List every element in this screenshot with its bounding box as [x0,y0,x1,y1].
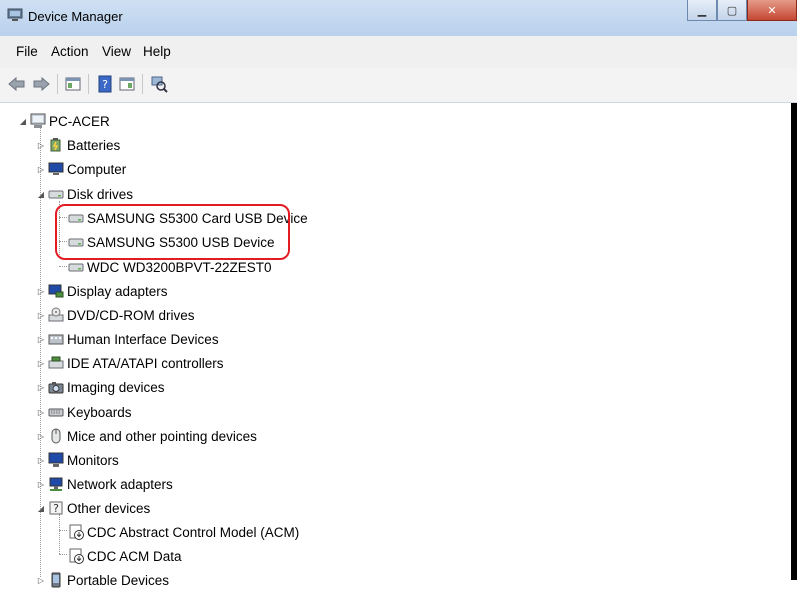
expand-arrow-icon[interactable]: ▷ [36,164,46,174]
scan-hardware-icon [151,76,168,93]
title-bar: Device Manager ▁ ▢ ✕ [0,0,797,36]
show-hide-console-tree-button[interactable] [64,75,82,93]
tree-item-cdc-acm-model[interactable]: CDC Abstract Control Model (ACM) [68,521,299,543]
expand-arrow-icon[interactable]: ▷ [36,334,46,344]
red-highlight-annotation [55,204,290,260]
tree-item-portable-devices[interactable]: ▷ Portable Devices [36,569,169,591]
expand-arrow-icon[interactable]: ▷ [36,479,46,489]
expand-arrow-icon[interactable]: ▷ [36,358,46,368]
tree-item-monitors[interactable]: ▷ Monitors [36,449,119,471]
tree-item-keyboards[interactable]: ▷ Keyboards [36,401,132,423]
unknown-device-warning-icon [69,548,84,564]
tree-item-other-devices[interactable]: ◢ ? Other devices [36,497,150,519]
maximize-icon: ▢ [726,4,738,17]
hid-icon [48,334,64,345]
tree-item-disk-drives[interactable]: ◢ Disk drives [36,183,133,205]
tree-item-batteries[interactable]: ▷ Batteries [36,134,120,156]
help-book-icon: ? [98,75,112,93]
tree-root-label: PC-ACER [49,113,110,129]
tree-root-pc-acer[interactable]: ◢ PC-ACER [18,110,110,132]
help-button[interactable]: ? [96,75,114,93]
collapse-arrow-icon[interactable]: ◢ [36,189,46,199]
tree-item-computer[interactable]: ▷ Computer [36,158,126,180]
expand-arrow-icon[interactable]: ▷ [36,455,46,465]
device-manager-icon [7,8,23,21]
expand-arrow-icon[interactable]: ▷ [36,286,46,296]
network-adapter-icon [49,477,63,491]
camera-icon [48,382,64,394]
tree-item-imaging-devices[interactable]: ▷ Imaging devices [36,376,165,398]
mouse-icon [51,428,61,444]
disk-drive-icon [48,190,64,199]
expand-arrow-icon[interactable]: ▷ [36,382,46,392]
menu-file[interactable]: File [16,44,38,59]
back-button[interactable] [8,75,26,93]
device-tree: ◢ PC-ACER ▷ Batteries ▷ Computer ◢ Disk … [0,103,797,588]
other-devices-icon: ? [49,501,63,515]
monitor-icon [48,452,64,467]
minimize-button[interactable]: ▁ [687,0,717,21]
computer-icon [48,162,64,175]
show-action-pane-button[interactable] [118,75,136,93]
maximize-button[interactable]: ▢ [717,0,747,21]
forward-arrow-icon [33,76,50,92]
expand-arrow-icon[interactable]: ▷ [36,431,46,441]
collapse-arrow-icon[interactable]: ◢ [36,503,46,513]
menu-bar: File Action View Help [0,36,797,69]
tree-item-display-adapters[interactable]: ▷ Display adapters [36,280,168,302]
dvd-drive-icon [48,307,64,322]
display-adapter-icon [48,284,64,298]
tree-item-dvd-drives[interactable]: ▷ DVD/CD-ROM drives [36,304,195,326]
collapse-arrow-icon[interactable]: ◢ [18,116,28,126]
tree-item-ide-controllers[interactable]: ▷ IDE ATA/ATAPI controllers [36,352,224,374]
toolbar: ? [0,68,797,103]
tree-item-mice[interactable]: ▷ Mice and other pointing devices [36,425,257,447]
window-title: Device Manager [28,9,123,24]
expand-arrow-icon[interactable]: ▷ [36,310,46,320]
tree-item-cdc-acm-data[interactable]: CDC ACM Data [68,545,182,567]
action-pane-icon [119,77,135,91]
menu-help[interactable]: Help [143,44,171,59]
console-tree-icon [65,77,81,91]
minimize-icon: ▁ [697,4,707,17]
expand-arrow-icon[interactable]: ▷ [36,575,46,585]
right-edge-bar [791,103,797,580]
menu-view[interactable]: View [102,44,131,59]
menu-action[interactable]: Action [51,44,89,59]
disk-drive-icon [68,263,84,272]
portable-device-icon [51,572,61,588]
keyboard-icon [48,408,64,417]
computer-icon [30,113,46,128]
unknown-device-warning-icon [69,524,84,540]
svg-text:?: ? [53,502,59,515]
svg-text:?: ? [102,78,108,91]
tree-item-hid[interactable]: ▷ Human Interface Devices [36,328,219,350]
ide-controller-icon [48,356,64,369]
back-arrow-icon [8,76,25,92]
forward-button[interactable] [32,75,50,93]
expand-arrow-icon[interactable]: ▷ [36,140,46,150]
close-icon: ✕ [767,4,777,17]
tree-item-network-adapters[interactable]: ▷ Network adapters [36,473,173,495]
battery-icon [50,138,61,152]
close-button[interactable]: ✕ [747,0,797,21]
scan-hardware-changes-button[interactable] [150,75,168,93]
expand-arrow-icon[interactable]: ▷ [36,407,46,417]
